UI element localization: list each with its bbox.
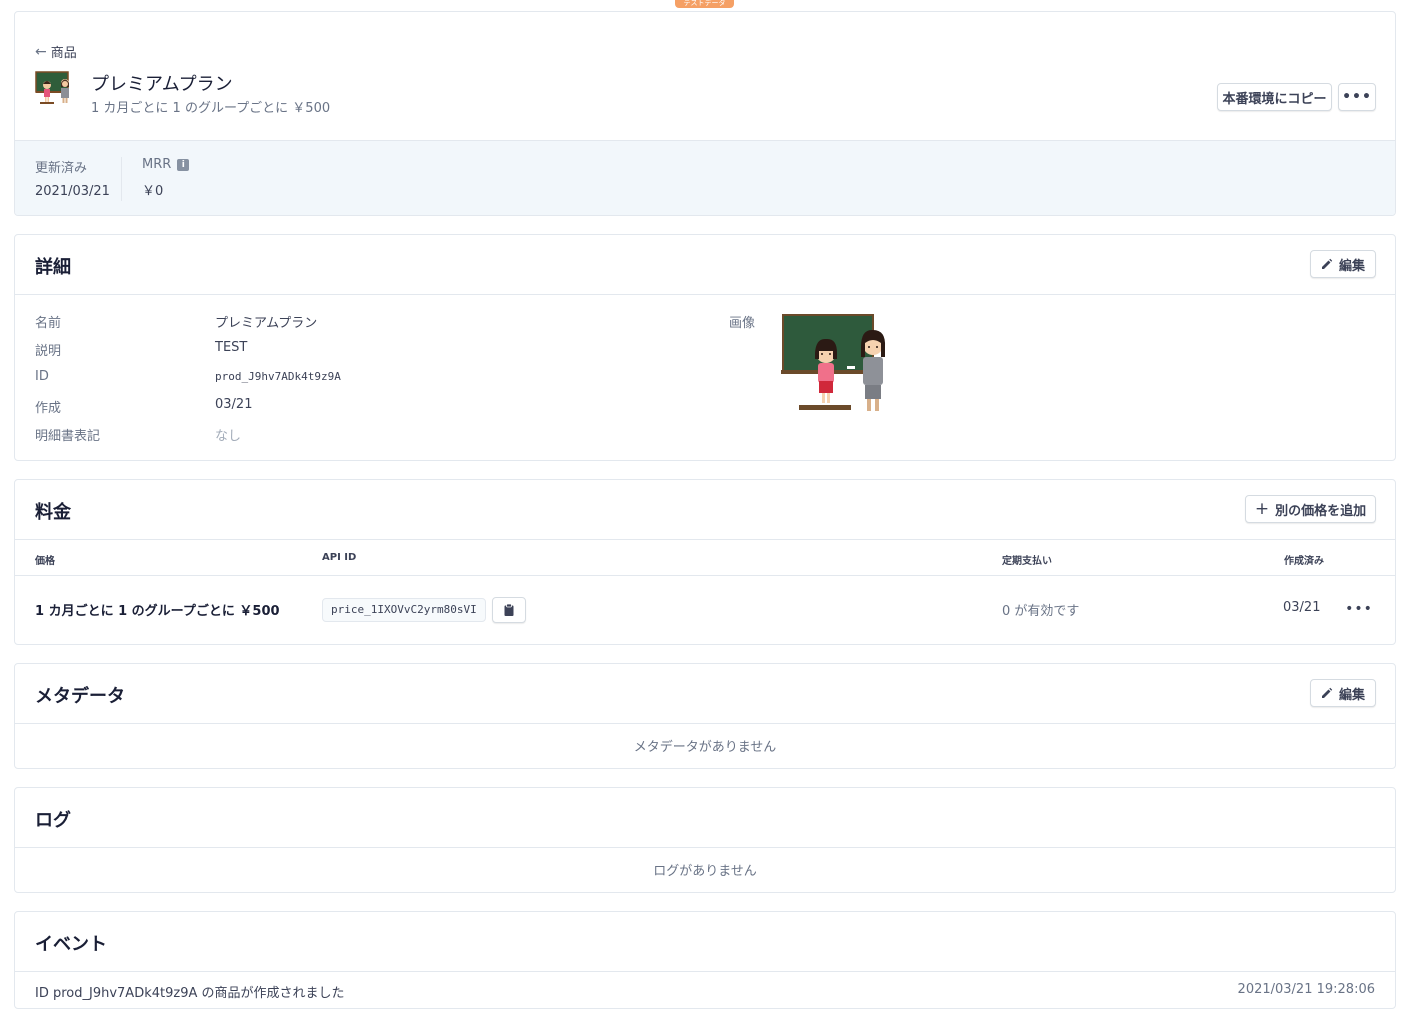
back-link-label: 商品 xyxy=(50,46,77,61)
column-header-api-id: API ID xyxy=(322,552,357,563)
stat-mrr-value: ￥0 xyxy=(142,184,164,199)
details-card: 詳細 編集 名前 プレミアムプラン 説明 TEST ID prod_J9hv7A… xyxy=(14,234,1396,461)
product-price-summary: 1 カ月ごとに 1 のグループごとに ￥500 xyxy=(91,101,331,116)
metadata-card: メタデータ 編集 メタデータがありません xyxy=(14,663,1396,769)
metadata-empty-message: メタデータがありません xyxy=(633,740,777,755)
detail-key: 作成 xyxy=(35,401,62,416)
copy-to-live-button[interactable]: 本番環境にコピー xyxy=(1217,83,1332,111)
table-row[interactable]: 1 カ月ごとに 1 のグループごとに ￥500 price_1IXOVvC2yr… xyxy=(15,576,1395,644)
product-image[interactable] xyxy=(781,313,891,417)
image-label: 画像 xyxy=(729,316,756,331)
plus-icon: + xyxy=(1254,498,1270,519)
events-card: イベント ID prod_J9hv7ADk4t9z9A の商品が作成されました … xyxy=(14,911,1396,1009)
subscriptions-cell: 0 が有効です xyxy=(1002,604,1080,619)
add-price-button[interactable]: + 別の価格を追加 xyxy=(1245,495,1376,523)
details-edit-button[interactable]: 編集 xyxy=(1310,250,1376,278)
log-empty-message: ログがありません xyxy=(653,864,757,879)
pencil-icon xyxy=(1321,258,1333,269)
detail-key: 明細書表記 xyxy=(35,429,101,444)
event-item-text[interactable]: ID prod_J9hv7ADk4t9z9A の商品が作成されました xyxy=(35,982,345,1001)
test-data-badge: テストデータ xyxy=(675,0,734,8)
price-cell: 1 カ月ごとに 1 のグループごとに ￥500 xyxy=(35,604,280,619)
pricing-card: 料金 + 別の価格を追加 価格 API ID 定期支払い 作成済み 1 カ月ごと… xyxy=(14,479,1396,645)
detail-value: プレミアムプラン xyxy=(215,316,318,331)
row-more-button[interactable]: ••• xyxy=(1343,598,1375,620)
copy-api-id-button[interactable] xyxy=(492,597,526,623)
detail-value: なし xyxy=(215,429,242,444)
stat-mrr-label-row: MRR i xyxy=(142,157,190,172)
product-more-button[interactable]: ••• xyxy=(1338,83,1376,111)
metadata-title: メタデータ xyxy=(35,686,125,707)
copy-to-live-label: 本番環境にコピー xyxy=(1222,91,1327,107)
details-title: 詳細 xyxy=(35,257,71,278)
stat-updated-label: 更新済み xyxy=(35,161,88,176)
pricing-header: 料金 + 別の価格を追加 xyxy=(15,480,1395,540)
log-title: ログ xyxy=(35,810,71,831)
events-title: イベント xyxy=(35,934,107,955)
product-header-card: ← 商品 プレミアムプラン 1 カ月ごとに 1 のグループごとに ￥500 本番… xyxy=(14,11,1396,216)
column-header-subscriptions: 定期支払い xyxy=(1002,556,1052,567)
clipboard-icon xyxy=(504,604,514,616)
log-card: ログ ログがありません xyxy=(14,787,1396,893)
pricing-title: 料金 xyxy=(35,502,71,523)
api-id-chip: price_1IXOVvC2yrm80sVI xyxy=(322,598,486,622)
pencil-icon xyxy=(1321,687,1333,698)
back-to-products-link[interactable]: ← 商品 xyxy=(35,42,77,62)
events-header: イベント xyxy=(15,912,1395,972)
stat-updated-value: 2021/03/21 xyxy=(35,184,110,199)
info-icon[interactable]: i xyxy=(177,158,190,171)
detail-key: 名前 xyxy=(35,316,62,331)
more-dots-icon: ••• xyxy=(1342,89,1372,105)
product-stats-bar: 更新済み 2021/03/21 MRR i ￥0 xyxy=(15,140,1395,215)
log-header: ログ xyxy=(15,788,1395,848)
event-item-time: 2021/03/21 19:28:06 xyxy=(1237,982,1375,997)
arrow-left-icon: ← xyxy=(35,43,47,60)
product-name: プレミアムプラン xyxy=(91,74,233,95)
add-price-label: 別の価格を追加 xyxy=(1275,503,1367,519)
detail-key: 説明 xyxy=(35,344,62,359)
column-header-price: 価格 xyxy=(35,556,55,567)
metadata-edit-label: 編集 xyxy=(1338,687,1365,703)
product-thumbnail xyxy=(35,71,69,104)
detail-value: prod_J9hv7ADk4t9z9A xyxy=(215,370,341,383)
details-header: 詳細 編集 xyxy=(15,235,1395,295)
detail-key: ID xyxy=(35,369,49,384)
created-cell: 03/21 xyxy=(1283,600,1321,615)
detail-value: TEST xyxy=(215,340,248,355)
stat-divider xyxy=(121,157,122,201)
pricing-table-header: 価格 API ID 定期支払い 作成済み xyxy=(15,540,1395,576)
stat-updated: 更新済み 2021/03/21 xyxy=(35,157,110,199)
stat-mrr-label: MRR xyxy=(142,157,172,172)
metadata-header: メタデータ 編集 xyxy=(15,664,1395,724)
metadata-edit-button[interactable]: 編集 xyxy=(1310,679,1376,707)
column-header-created: 作成済み xyxy=(1284,556,1324,567)
stat-mrr: MRR i ￥0 xyxy=(142,157,190,199)
detail-value: 03/21 xyxy=(215,397,253,412)
details-edit-label: 編集 xyxy=(1338,258,1365,274)
